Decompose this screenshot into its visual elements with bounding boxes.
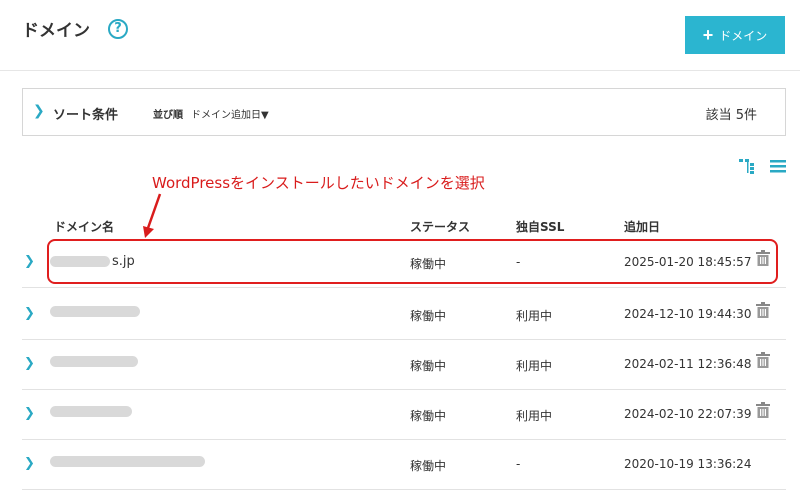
list-view-icon[interactable] — [770, 158, 786, 174]
domain-name[interactable] — [50, 456, 207, 467]
ssl-cell: - — [516, 457, 521, 471]
blurred-domain — [50, 356, 138, 367]
selection-highlight — [47, 239, 778, 284]
top-divider — [0, 70, 800, 71]
ssl-cell: 利用中 — [516, 309, 553, 323]
table-row[interactable]: ❯ 稼働中 利用中 2024-12-10 19:44:30 — [22, 290, 786, 340]
blurred-domain — [50, 406, 132, 417]
domain-name[interactable] — [50, 306, 142, 317]
table-row[interactable]: ❯ 稼働中 - 2020-10-19 13:36:24 — [22, 440, 786, 490]
domain-name[interactable] — [50, 406, 134, 417]
sort-panel[interactable]: ❯ ソート条件 並び順 ドメイン追加日▼ 該当 5件 — [22, 88, 786, 136]
date-cell: 2020-10-19 13:36:24 — [624, 457, 752, 471]
ssl-cell: 利用中 — [516, 359, 553, 373]
table-row[interactable]: ❯ 稼働中 利用中 2024-02-11 12:36:48 — [22, 340, 786, 390]
table-row[interactable]: ❯ 稼働中 利用中 2024-02-10 22:07:39 — [22, 390, 786, 440]
trash-icon[interactable] — [756, 352, 770, 368]
domain-name[interactable] — [50, 356, 140, 367]
question-circle-icon[interactable]: ? — [108, 19, 128, 39]
sort-order-select[interactable]: ドメイン追加日▼ — [191, 106, 269, 121]
chevron-right-icon: ❯ — [33, 103, 45, 119]
date-cell: 2024-12-10 19:44:30 — [624, 307, 752, 321]
status-cell: 稼働中 — [410, 459, 447, 473]
status-cell: 稼働中 — [410, 309, 447, 323]
trash-icon[interactable] — [756, 302, 770, 318]
blurred-domain — [50, 306, 140, 317]
column-header-status[interactable]: ステータス — [410, 218, 470, 235]
result-count: 該当 5件 — [705, 108, 757, 123]
chevron-right-icon[interactable]: ❯ — [24, 406, 35, 421]
plus-icon: + — [702, 25, 714, 45]
add-domain-button[interactable]: + ドメイン — [685, 16, 785, 54]
blurred-domain — [50, 456, 205, 467]
chevron-right-icon[interactable]: ❯ — [24, 356, 35, 371]
sort-label: ソート条件 — [53, 108, 119, 123]
add-domain-label: ドメイン — [719, 28, 768, 43]
chevron-right-icon[interactable]: ❯ — [24, 254, 35, 269]
column-header-date[interactable]: 追加日 — [624, 218, 660, 235]
column-header-ssl[interactable]: 独自SSL — [516, 218, 564, 235]
tree-view-icon[interactable] — [739, 158, 755, 174]
trash-icon[interactable] — [756, 402, 770, 418]
annotation-arrow-icon — [143, 193, 162, 238]
column-header-domain[interactable]: ドメイン名 — [54, 218, 114, 235]
status-cell: 稼働中 — [410, 409, 447, 423]
date-cell: 2024-02-11 12:36:48 — [624, 357, 752, 371]
chevron-right-icon[interactable]: ❯ — [24, 456, 35, 471]
chevron-right-icon[interactable]: ❯ — [24, 306, 35, 321]
annotation-text: WordPressをインストールしたいドメインを選択 — [152, 174, 485, 192]
status-cell: 稼働中 — [410, 359, 447, 373]
date-cell: 2024-02-10 22:07:39 — [624, 407, 752, 421]
ssl-cell: 利用中 — [516, 409, 553, 423]
page-title: ドメイン — [22, 21, 90, 41]
sort-order-label: 並び順 — [153, 110, 183, 121]
